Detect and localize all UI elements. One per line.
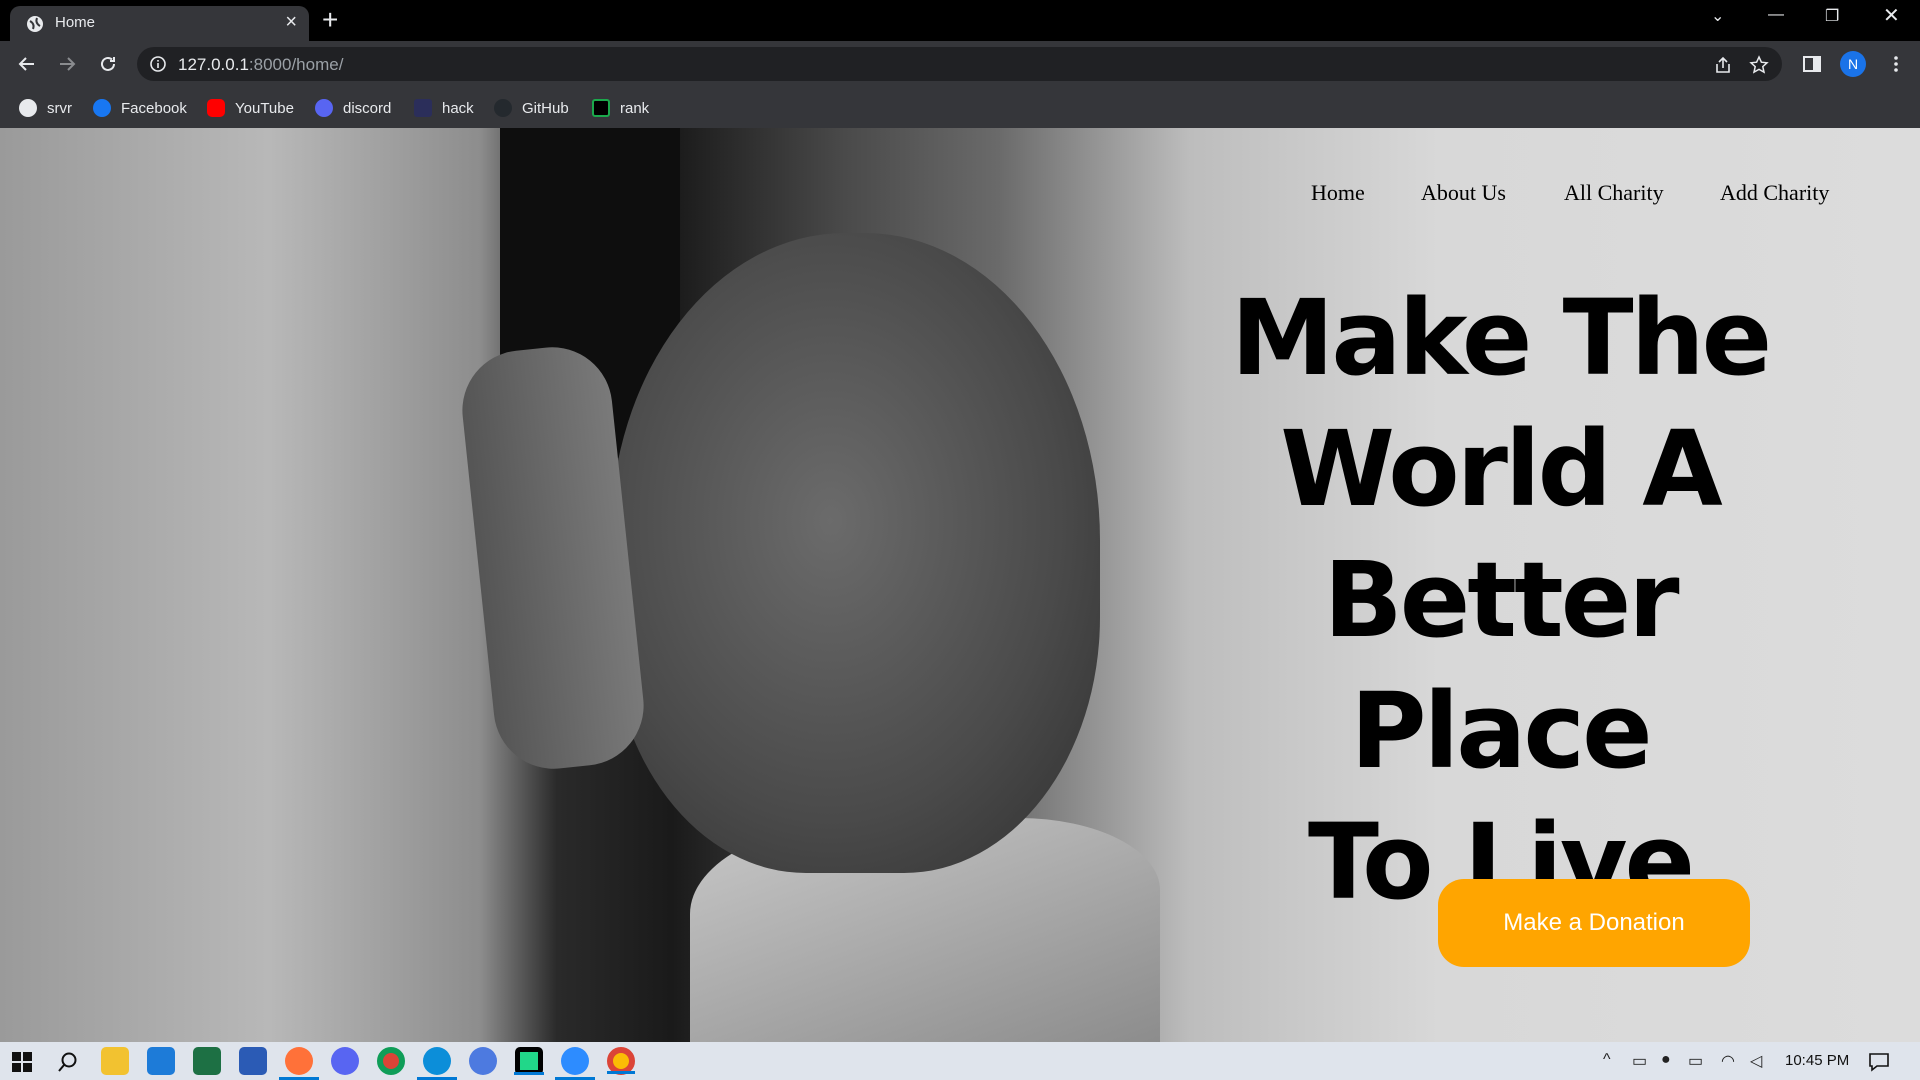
close-tab-icon[interactable]: × (285, 11, 297, 34)
globe-icon (27, 16, 43, 32)
hero-line: World A (1280, 408, 1723, 530)
browser-toolbar: 127.0.0.1:8000/home/ (0, 41, 1920, 87)
pycharm-icon[interactable] (514, 1047, 544, 1075)
github-icon (494, 99, 512, 117)
bookmarks-bar: srvr Facebook YouTube discord hack GitHu… (0, 87, 1920, 128)
discord-icon[interactable] (331, 1047, 359, 1075)
edge-icon[interactable] (417, 1047, 457, 1080)
taskbar-clock[interactable]: 10:45 PM (1785, 1052, 1849, 1069)
address-bar[interactable]: 127.0.0.1:8000/home/ (137, 47, 1782, 81)
tab-strip: Home × + ⌄ — ❐ ✕ (0, 0, 1920, 41)
minimize-icon[interactable]: — (1768, 6, 1784, 24)
facebook-icon (93, 99, 111, 117)
excel-icon[interactable] (193, 1047, 221, 1075)
start-icon[interactable] (12, 1052, 32, 1072)
info-icon[interactable] (149, 55, 167, 73)
bookmark-star-icon[interactable] (1749, 55, 1769, 75)
site-navigation: Home About Us All Charity Add Charity (0, 180, 1920, 220)
bookmark-rank[interactable]: rank (592, 97, 649, 119)
wifi-icon[interactable]: ◠ (1721, 1051, 1735, 1071)
hero-section: Home About Us All Charity Add Charity Ma… (0, 128, 1920, 1042)
search-icon[interactable] (57, 1051, 79, 1073)
nav-all-charity[interactable]: All Charity (1564, 180, 1664, 206)
meet-now-icon[interactable]: ▭ (1632, 1051, 1647, 1071)
tab-search-icon[interactable]: ⌄ (1711, 6, 1724, 26)
make-donation-button[interactable]: Make a Donation (1438, 879, 1750, 967)
discord-icon (315, 99, 333, 117)
url-text[interactable]: 127.0.0.1:8000/home/ (178, 55, 343, 75)
file-explorer-icon[interactable] (101, 1047, 129, 1075)
globe-icon (19, 99, 37, 117)
menu-kebab-icon[interactable] (1886, 54, 1906, 74)
bookmark-facebook[interactable]: Facebook (93, 97, 187, 119)
bookmark-github[interactable]: GitHub (494, 97, 569, 119)
reload-icon[interactable] (94, 50, 122, 78)
hero-line: Make The (1230, 277, 1772, 399)
battery-icon[interactable]: ▭ (1688, 1051, 1703, 1071)
profile-avatar[interactable]: N (1840, 51, 1866, 77)
notifications-icon[interactable] (1868, 1051, 1890, 1073)
new-tab-button[interactable]: + (322, 4, 338, 36)
zoom-icon[interactable] (555, 1047, 595, 1080)
hero-heading: Make The World A Better Place To Live (1175, 273, 1825, 928)
chrome-active-icon[interactable] (607, 1047, 635, 1075)
volume-icon[interactable]: ◁ (1750, 1051, 1762, 1071)
chevron-up-icon[interactable]: ^ (1603, 1051, 1611, 1069)
close-window-icon[interactable]: ✕ (1883, 3, 1900, 28)
word-icon[interactable] (239, 1047, 267, 1075)
microphone-icon[interactable]: ● (1661, 1051, 1671, 1069)
bookmark-youtube[interactable]: YouTube (207, 97, 294, 119)
chrome-icon[interactable] (377, 1047, 405, 1075)
windows-taskbar: ^ ▭ ● ▭ ◠ ◁ 10:45 PM (0, 1042, 1920, 1080)
hero-line: Better Place (1323, 539, 1679, 792)
tab-title: Home (55, 14, 96, 31)
firefox-icon[interactable] (279, 1047, 319, 1080)
restore-icon[interactable]: ❐ (1825, 6, 1839, 26)
hackerrank-icon (592, 99, 610, 117)
youtube-icon (207, 99, 225, 117)
nav-add-charity[interactable]: Add Charity (1720, 180, 1829, 206)
messenger-icon[interactable] (469, 1047, 497, 1075)
hero-image-child (610, 233, 1100, 873)
hack-icon (414, 99, 432, 117)
bookmark-discord[interactable]: discord (315, 97, 391, 119)
nav-about-us[interactable]: About Us (1421, 180, 1506, 206)
mail-icon[interactable] (147, 1047, 175, 1075)
share-icon[interactable] (1713, 55, 1733, 75)
bookmark-hack[interactable]: hack (414, 97, 474, 119)
nav-home[interactable]: Home (1311, 180, 1365, 206)
back-icon[interactable] (13, 50, 41, 78)
forward-icon[interactable] (53, 50, 81, 78)
tab-home[interactable]: Home × (10, 6, 309, 41)
side-panel-icon[interactable] (1802, 54, 1822, 74)
bookmark-srvr[interactable]: srvr (19, 97, 72, 119)
